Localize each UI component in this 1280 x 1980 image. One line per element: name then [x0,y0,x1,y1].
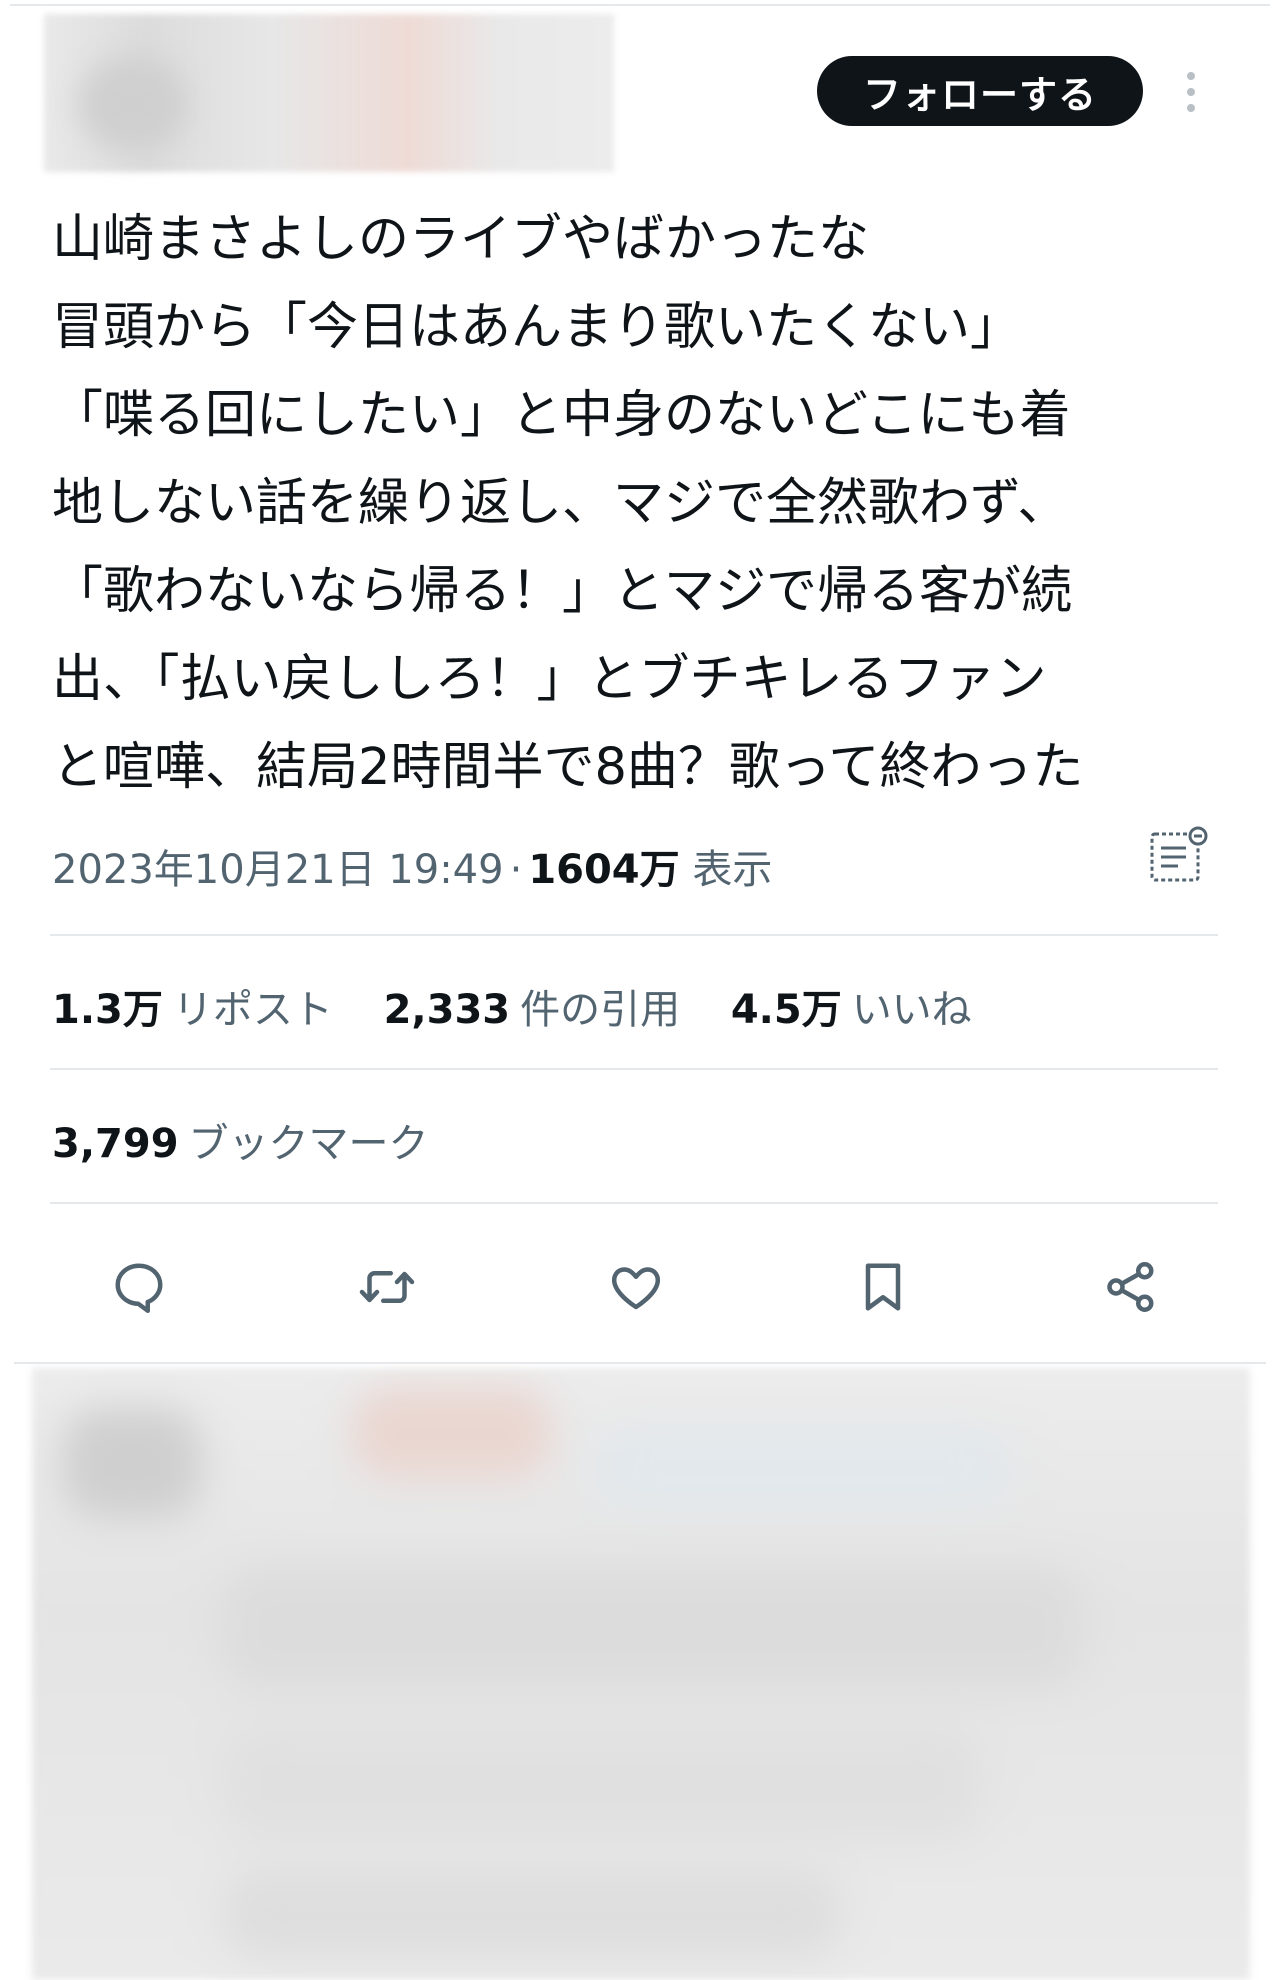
tweet-text: 山崎まさよしのライブやばかったな 冒頭から「今日はあんまり歌いたくない」 「喋る… [52,196,1232,812]
heart-icon [611,1267,661,1310]
bookmarks-label: ブックマーク [188,1121,429,1167]
reply-button[interactable] [104,1252,174,1322]
tweet-line: 出、「払い戻ししろ！」とブチキレるファン [52,650,1047,709]
meta-separator: · [509,847,523,893]
more-options-icon[interactable] [1180,70,1202,114]
timestamp[interactable]: 2023年10月21日 19:49 [52,847,504,893]
divider [50,1068,1218,1070]
likes-stat[interactable]: 4.5万 いいね [731,980,972,1040]
community-notes-icon[interactable] [1148,826,1210,888]
tweet-line: 「歌わないなら帰る！」とマジで帰る客が続 [52,562,1073,621]
reposts-stat[interactable]: 1.3万 リポスト [52,980,333,1040]
tweet-meta: 2023年10月21日 19:49 · 1604万 表示 [52,840,772,900]
divider [14,1362,1266,1364]
avatar[interactable] [78,56,188,152]
share-icon [1107,1262,1154,1312]
bookmark-icon [865,1263,901,1311]
share-button[interactable] [1096,1252,1166,1322]
tweet-line: 地しない話を繰り返し、マジで全然歌わず、 [52,474,1069,533]
reposts-label: リポスト [172,987,333,1033]
quotes-label: 件の引用 [520,987,681,1033]
bookmark-button[interactable] [848,1252,918,1322]
follow-button[interactable]: フォローする [817,56,1143,126]
like-button[interactable] [601,1252,671,1322]
reply-icon [115,1263,163,1313]
tweet-line: と喧嘩、結局2時間半で8曲？歌って終わった [52,738,1084,797]
top-divider [10,4,1270,6]
tweet-line: 「喋る回にしたい」と中身のないどこにも着 [52,386,1071,445]
views-label[interactable]: 表示 [692,847,772,893]
quotes-count: 2,333 [383,987,511,1033]
action-bar [0,1252,1280,1332]
tweet-line: 山崎まさよしのライブやばかったな [52,210,870,269]
divider [50,934,1218,936]
bookmarks-count: 3,799 [52,1121,179,1167]
views-count[interactable]: 1604万 [528,847,679,893]
bookmarks-stat[interactable]: 3,799 ブックマーク [52,1114,429,1174]
likes-count: 4.5万 [730,987,842,1033]
tweet-line: 冒頭から「今日はあんまり歌いたくない」 [52,298,1022,357]
divider [50,1202,1218,1204]
reposts-count: 1.3万 [52,987,163,1033]
quotes-stat[interactable]: 2,333 件の引用 [384,980,681,1040]
next-tweet-blurred[interactable] [32,1368,1250,1980]
likes-label: いいね [851,987,972,1033]
engagement-stats: 1.3万 リポスト 2,333 件の引用 4.5万 いいね [52,980,1010,1040]
retweet-icon [359,1271,415,1303]
retweet-button[interactable] [352,1252,422,1322]
